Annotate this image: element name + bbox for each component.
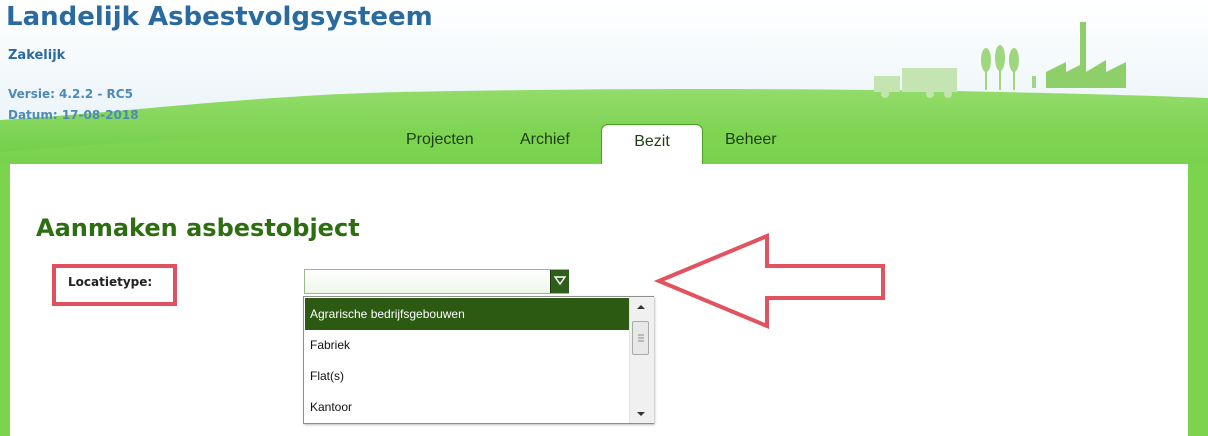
- date-label: Datum: 17-08-2018: [8, 108, 139, 122]
- scroll-up-icon[interactable]: [636, 303, 646, 311]
- locatietype-label: Locatietype:: [68, 275, 153, 289]
- app-subtitle: Zakelijk: [8, 48, 66, 63]
- scroll-down-icon[interactable]: [636, 410, 646, 418]
- tab-beheer[interactable]: Beheer: [725, 131, 777, 149]
- option-agrarische-bedrijfsgebouwen[interactable]: Agrarische bedrijfsgebouwen: [305, 298, 632, 330]
- tab-archief[interactable]: Archief: [520, 131, 570, 149]
- option-kantoor[interactable]: Kantoor: [305, 391, 632, 423]
- app-title: Landelijk Asbestvolgsysteem: [6, 2, 433, 32]
- right-border: [1188, 164, 1208, 436]
- dropdown-arrow-icon: [553, 276, 567, 286]
- version-label: Versie: 4.2.2 - RC5: [8, 87, 133, 101]
- scroll-grip-icon: [638, 334, 644, 342]
- left-border: [0, 164, 10, 436]
- header: Landelijk Asbestvolgsysteem Zakelijk Ver…: [0, 0, 1208, 165]
- callout-arrow-icon: [653, 233, 885, 329]
- page-title: Aanmaken asbestobject: [36, 214, 360, 242]
- option-fabriek[interactable]: Fabriek: [305, 329, 632, 361]
- locatietype-select[interactable]: [304, 269, 569, 294]
- locatietype-dropdown-list[interactable]: Agrarische bedrijfsgebouwen Fabriek Flat…: [303, 296, 654, 424]
- select-toggle-button[interactable]: [550, 270, 569, 293]
- tab-projecten[interactable]: Projecten: [406, 131, 474, 149]
- tab-bezit[interactable]: Bezit: [601, 124, 703, 165]
- option-flats[interactable]: Flat(s): [305, 360, 632, 392]
